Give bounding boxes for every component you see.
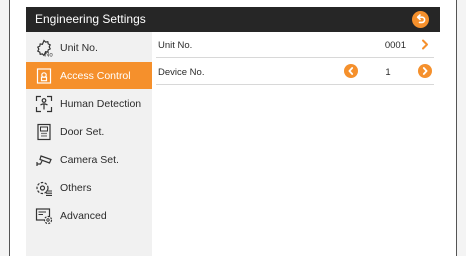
- decrement-button[interactable]: [344, 64, 358, 78]
- sidebar-item-label: Human Detection: [60, 98, 142, 110]
- chevron-left-icon: [348, 67, 354, 75]
- sidebar-item-door-set[interactable]: Door Set.: [26, 118, 152, 145]
- increment-button[interactable]: [418, 64, 432, 78]
- back-arrow-icon: [416, 14, 426, 24]
- device-no-label: Device No.: [158, 67, 205, 78]
- sidebar-item-access-control[interactable]: Access Control: [26, 62, 152, 89]
- svg-text:No: No: [45, 53, 53, 59]
- camera-icon: [36, 155, 52, 166]
- sidebar-item-others[interactable]: Others: [26, 174, 152, 201]
- unit-no-row[interactable]: Unit No. 0001: [156, 32, 434, 58]
- page-title: Engineering Settings: [35, 12, 146, 26]
- gear-list-icon: [36, 181, 52, 196]
- sidebar: No Unit No. Access Control Human Detecti…: [26, 32, 152, 256]
- sidebar-item-label: Door Set.: [60, 126, 105, 138]
- sidebar-item-label: Camera Set.: [60, 154, 119, 166]
- sidebar-item-unit-no[interactable]: No Unit No.: [26, 34, 152, 61]
- sidebar-item-label: Others: [60, 182, 92, 194]
- sidebar-item-label: Unit No.: [60, 42, 98, 54]
- door-icon: [37, 123, 51, 141]
- back-button[interactable]: [412, 11, 429, 28]
- advanced-settings-icon: [35, 208, 53, 225]
- access-control-icon: [36, 68, 52, 84]
- unit-no-value: 0001: [384, 40, 406, 51]
- background-window-right-edge: [456, 0, 466, 256]
- main-content: Unit No. 0001 Device No. 1: [152, 32, 440, 256]
- title-bar: Engineering Settings: [26, 7, 440, 32]
- device-no-value: 1: [385, 67, 391, 78]
- sidebar-item-advanced[interactable]: Advanced: [26, 202, 152, 229]
- device-no-row: Device No. 1: [156, 59, 434, 85]
- chevron-right-icon[interactable]: [420, 39, 430, 50]
- sidebar-item-label: Access Control: [60, 70, 131, 82]
- unit-no-icon: No: [36, 39, 53, 59]
- engineering-settings-window: Engineering Settings No Unit No. Access …: [26, 7, 440, 256]
- sidebar-item-label: Advanced: [60, 210, 107, 222]
- sidebar-item-human-detection[interactable]: Human Detection: [26, 90, 152, 117]
- human-detection-icon: [35, 95, 53, 113]
- unit-no-label: Unit No.: [158, 40, 193, 51]
- chevron-right-icon: [422, 67, 428, 75]
- sidebar-item-camera-set[interactable]: Camera Set.: [26, 146, 152, 173]
- background-window-left-edge: [0, 0, 10, 256]
